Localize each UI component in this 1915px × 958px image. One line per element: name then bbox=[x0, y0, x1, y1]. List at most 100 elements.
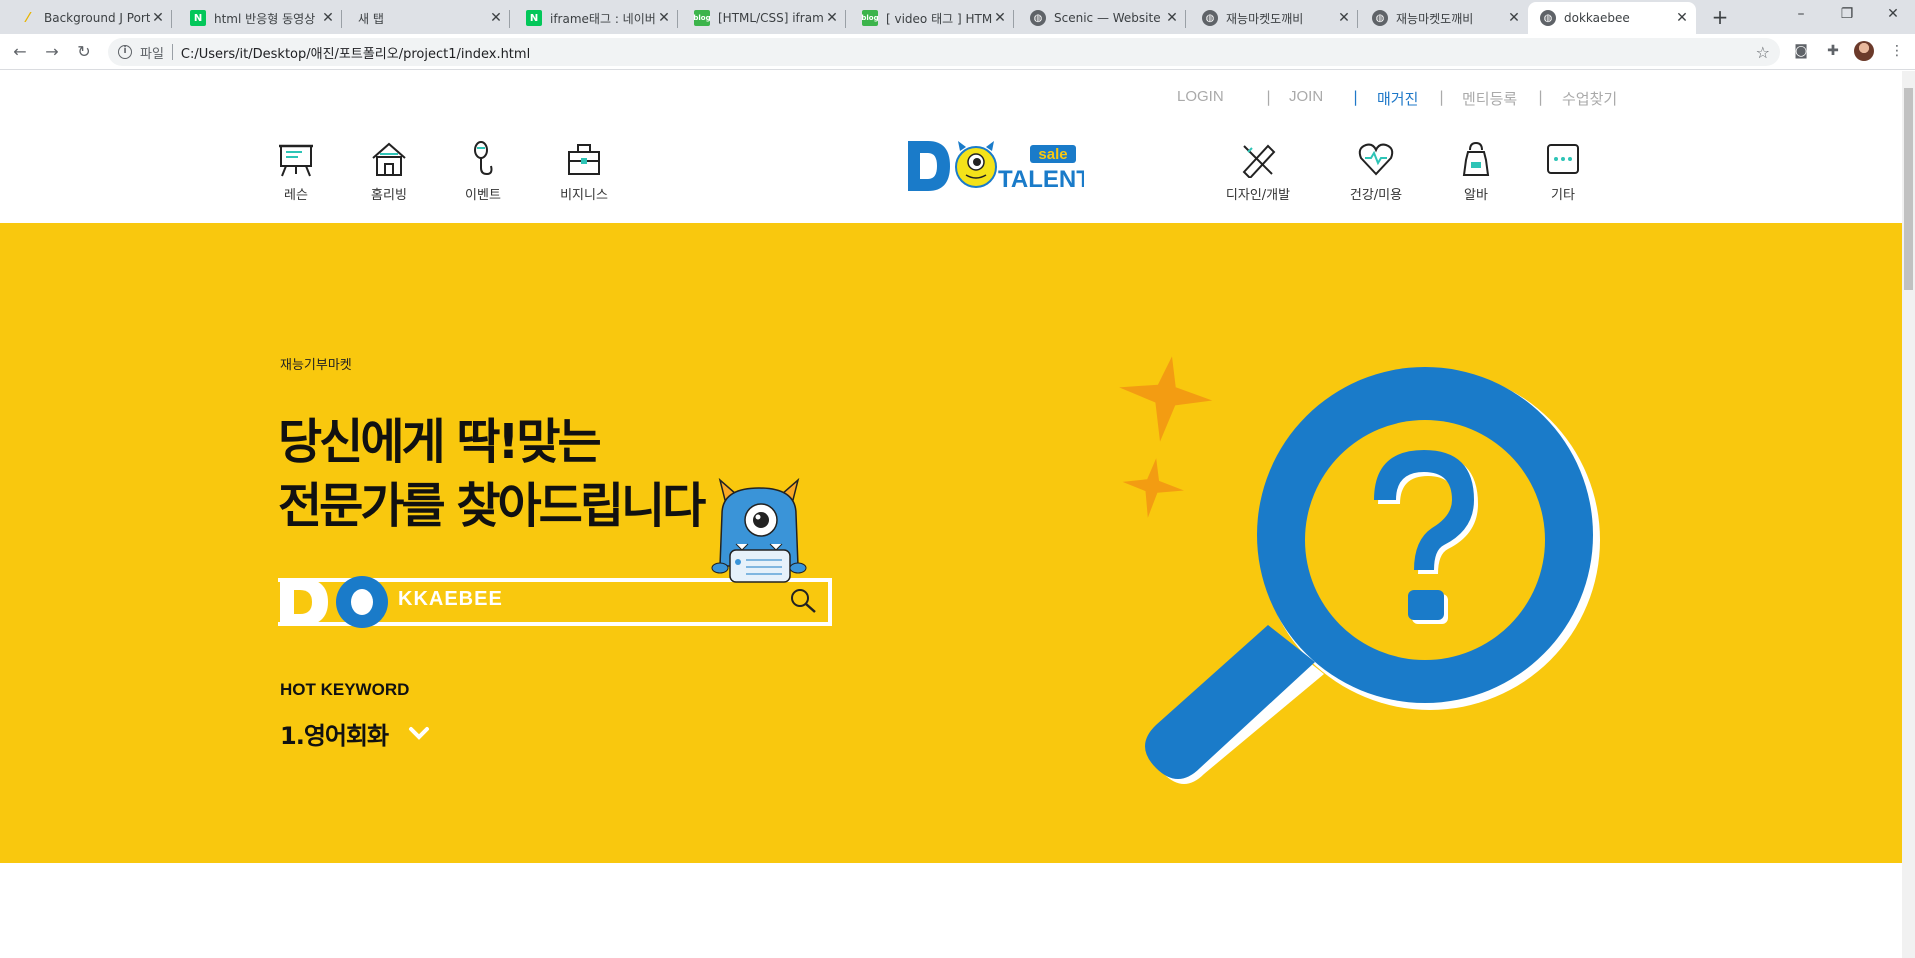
profile-avatar[interactable] bbox=[1854, 41, 1874, 61]
category-label: 홈리빙 bbox=[371, 188, 407, 203]
close-tab-icon[interactable]: ✕ bbox=[150, 10, 166, 26]
category-lesson[interactable]: 레슨 bbox=[256, 140, 336, 203]
back-arrow-icon[interactable]: ← bbox=[8, 40, 32, 64]
find-class-link[interactable]: 수업찾기 bbox=[1562, 88, 1617, 109]
microphone-icon bbox=[474, 141, 493, 176]
ruler-pencil-icon bbox=[1242, 144, 1276, 180]
heart-pulse-icon bbox=[1358, 143, 1394, 176]
browser-tab[interactable]: 새 탭 ✕ bbox=[346, 2, 510, 34]
tab-title: dokkaebee bbox=[1564, 11, 1630, 25]
magnifier-question-illustration bbox=[1119, 356, 1600, 784]
headline-line-2: 전문가를 찾아드립니다 bbox=[278, 478, 706, 534]
blog-favicon-icon: blog bbox=[693, 10, 711, 26]
new-tab-button[interactable]: + bbox=[1706, 4, 1734, 32]
browser-tab[interactable]: blog [ video 태그 ] HTML ✕ bbox=[850, 2, 1014, 34]
category-label: 알바 bbox=[1464, 188, 1488, 203]
browser-tab[interactable]: N html 반응형 동영상 ✕ bbox=[178, 2, 342, 34]
tab-title: Scenic — Website bbox=[1054, 11, 1161, 25]
close-tab-icon[interactable]: ✕ bbox=[1506, 10, 1522, 26]
magazine-link[interactable]: 매거진 bbox=[1377, 88, 1418, 109]
info-icon[interactable]: i bbox=[118, 45, 132, 59]
close-tab-icon[interactable]: ✕ bbox=[1164, 10, 1180, 26]
category-health-beauty[interactable]: 건강/미용 bbox=[1336, 140, 1416, 203]
browser-tab[interactable]: N iframe태그 : 네이버 ✕ bbox=[514, 2, 678, 34]
hero-eyebrow: 재능기부마켓 bbox=[280, 358, 352, 373]
camera-icon[interactable]: ◙ bbox=[1790, 40, 1812, 62]
house-icon bbox=[372, 142, 406, 176]
category-event[interactable]: 이벤트 bbox=[443, 140, 523, 203]
globe-favicon-icon: ◍ bbox=[1372, 10, 1388, 26]
category-business[interactable]: 비지니스 bbox=[544, 140, 624, 203]
category-etc[interactable]: 기타 bbox=[1523, 140, 1603, 203]
category-design-dev[interactable]: 디자인/개발 bbox=[1218, 140, 1298, 203]
category-label: 레슨 bbox=[284, 188, 308, 203]
hero-headline: 당신에게 딱!맞는 전문가를 찾아드립니다 bbox=[278, 410, 706, 538]
browser-tab[interactable]: blog [HTML/CSS] iframe ✕ bbox=[682, 2, 846, 34]
logo-wordmark: TALENT bbox=[998, 166, 1084, 193]
browser-menu-icon[interactable]: ⋮ bbox=[1886, 40, 1908, 62]
category-label: 비지니스 bbox=[560, 188, 608, 203]
globe-favicon-icon: ◍ bbox=[1540, 10, 1556, 26]
category-part-time[interactable]: 알바 bbox=[1436, 140, 1516, 203]
restore-button[interactable]: ❐ bbox=[1824, 0, 1870, 30]
scrollbar-thumb[interactable] bbox=[1904, 88, 1913, 290]
headline-line-1: 당신에게 딱!맞는 bbox=[278, 414, 602, 470]
close-tab-icon[interactable]: ✕ bbox=[320, 10, 336, 26]
browser-tab[interactable]: ◍ Scenic — Website ✕ bbox=[1018, 2, 1186, 34]
briefcase-icon bbox=[568, 144, 600, 175]
category-label: 이벤트 bbox=[465, 188, 501, 203]
globe-favicon-icon: ◍ bbox=[1202, 10, 1218, 26]
naver-favicon-icon: N bbox=[190, 10, 206, 26]
close-tab-icon[interactable]: ✕ bbox=[656, 10, 672, 26]
browser-tab[interactable]: ◍ 재능마켓도깨비 ✕ bbox=[1360, 2, 1528, 34]
extensions-puzzle-icon[interactable]: ✚ bbox=[1822, 40, 1844, 62]
search-do-badge bbox=[280, 576, 388, 628]
hot-keyword-title: HOT KEYWORD bbox=[280, 680, 410, 699]
search-placeholder-text: KKAEBEE bbox=[398, 588, 503, 610]
url-scheme-label: 파일 bbox=[140, 46, 164, 62]
close-tab-icon[interactable]: ✕ bbox=[1336, 10, 1352, 26]
tab-title: Background J Portf bbox=[44, 11, 150, 25]
pencil-favicon-icon: ⁄ bbox=[26, 10, 30, 26]
close-tab-icon[interactable]: ✕ bbox=[488, 10, 504, 26]
chevron-down-icon[interactable] bbox=[408, 722, 430, 744]
tab-title: 새 탭 bbox=[358, 11, 384, 26]
minimize-button[interactable]: – bbox=[1778, 0, 1824, 30]
globe-favicon-icon: ◍ bbox=[1030, 10, 1046, 26]
hot-keyword-item[interactable]: 1.영어회화 bbox=[280, 716, 389, 751]
reload-icon[interactable]: ↻ bbox=[72, 40, 96, 64]
browser-tab[interactable]: ◍ 재능마켓도깨비 ✕ bbox=[1190, 2, 1358, 34]
tab-title: [ video 태그 ] HTML bbox=[886, 11, 992, 26]
apron-icon bbox=[1462, 141, 1490, 176]
easel-icon bbox=[279, 144, 313, 177]
category-home-living[interactable]: 홈리빙 bbox=[349, 140, 429, 203]
category-label: 기타 bbox=[1551, 188, 1575, 203]
naver-favicon-icon: N bbox=[526, 10, 542, 26]
browser-tab[interactable]: ⁄ Background J Portf ✕ bbox=[8, 2, 172, 34]
tab-title: 재능마켓도깨비 bbox=[1226, 11, 1304, 26]
bookmark-star-icon[interactable]: ☆ bbox=[1756, 43, 1770, 62]
browser-tab-active[interactable]: ◍ dokkaebee ✕ bbox=[1528, 2, 1696, 34]
category-label: 건강/미용 bbox=[1349, 188, 1403, 203]
url-text[interactable]: C:/Users/it/Desktop/애진/포트폴리오/project1/in… bbox=[181, 43, 530, 62]
login-link[interactable]: LOGIN bbox=[1177, 88, 1224, 105]
close-tab-icon[interactable]: ✕ bbox=[992, 10, 1008, 26]
close-tab-icon[interactable]: ✕ bbox=[824, 10, 840, 26]
forward-arrow-icon[interactable]: → bbox=[40, 40, 64, 64]
mentee-register-link[interactable]: 멘티등록 bbox=[1462, 88, 1517, 109]
tab-title: html 반응형 동영상 bbox=[214, 11, 316, 26]
browser-tab-strip: ⁄ Background J Portf ✕ N html 반응형 동영상 ✕ … bbox=[0, 0, 1915, 34]
browser-toolbar: ← → ↻ i 파일 C:/Users/it/Desktop/애진/포트폴리오/… bbox=[0, 34, 1915, 70]
close-window-button[interactable]: ✕ bbox=[1870, 0, 1915, 30]
logo-sale-tag: sale bbox=[1038, 146, 1067, 163]
address-bar[interactable]: i 파일 C:/Users/it/Desktop/애진/포트폴리오/projec… bbox=[108, 38, 1780, 66]
join-link[interactable]: JOIN bbox=[1289, 88, 1323, 105]
dotalent-logo[interactable]: sale TALENT bbox=[906, 137, 1084, 195]
close-tab-icon[interactable]: ✕ bbox=[1674, 10, 1690, 26]
blog-favicon-icon: blog bbox=[861, 10, 879, 26]
category-label: 디자인/개발 bbox=[1225, 188, 1291, 203]
mascot-illustration bbox=[711, 477, 807, 583]
tab-title: iframe태그 : 네이버 bbox=[550, 11, 656, 26]
tab-title: [HTML/CSS] iframe bbox=[718, 11, 824, 25]
tab-title: 재능마켓도깨비 bbox=[1396, 11, 1474, 26]
